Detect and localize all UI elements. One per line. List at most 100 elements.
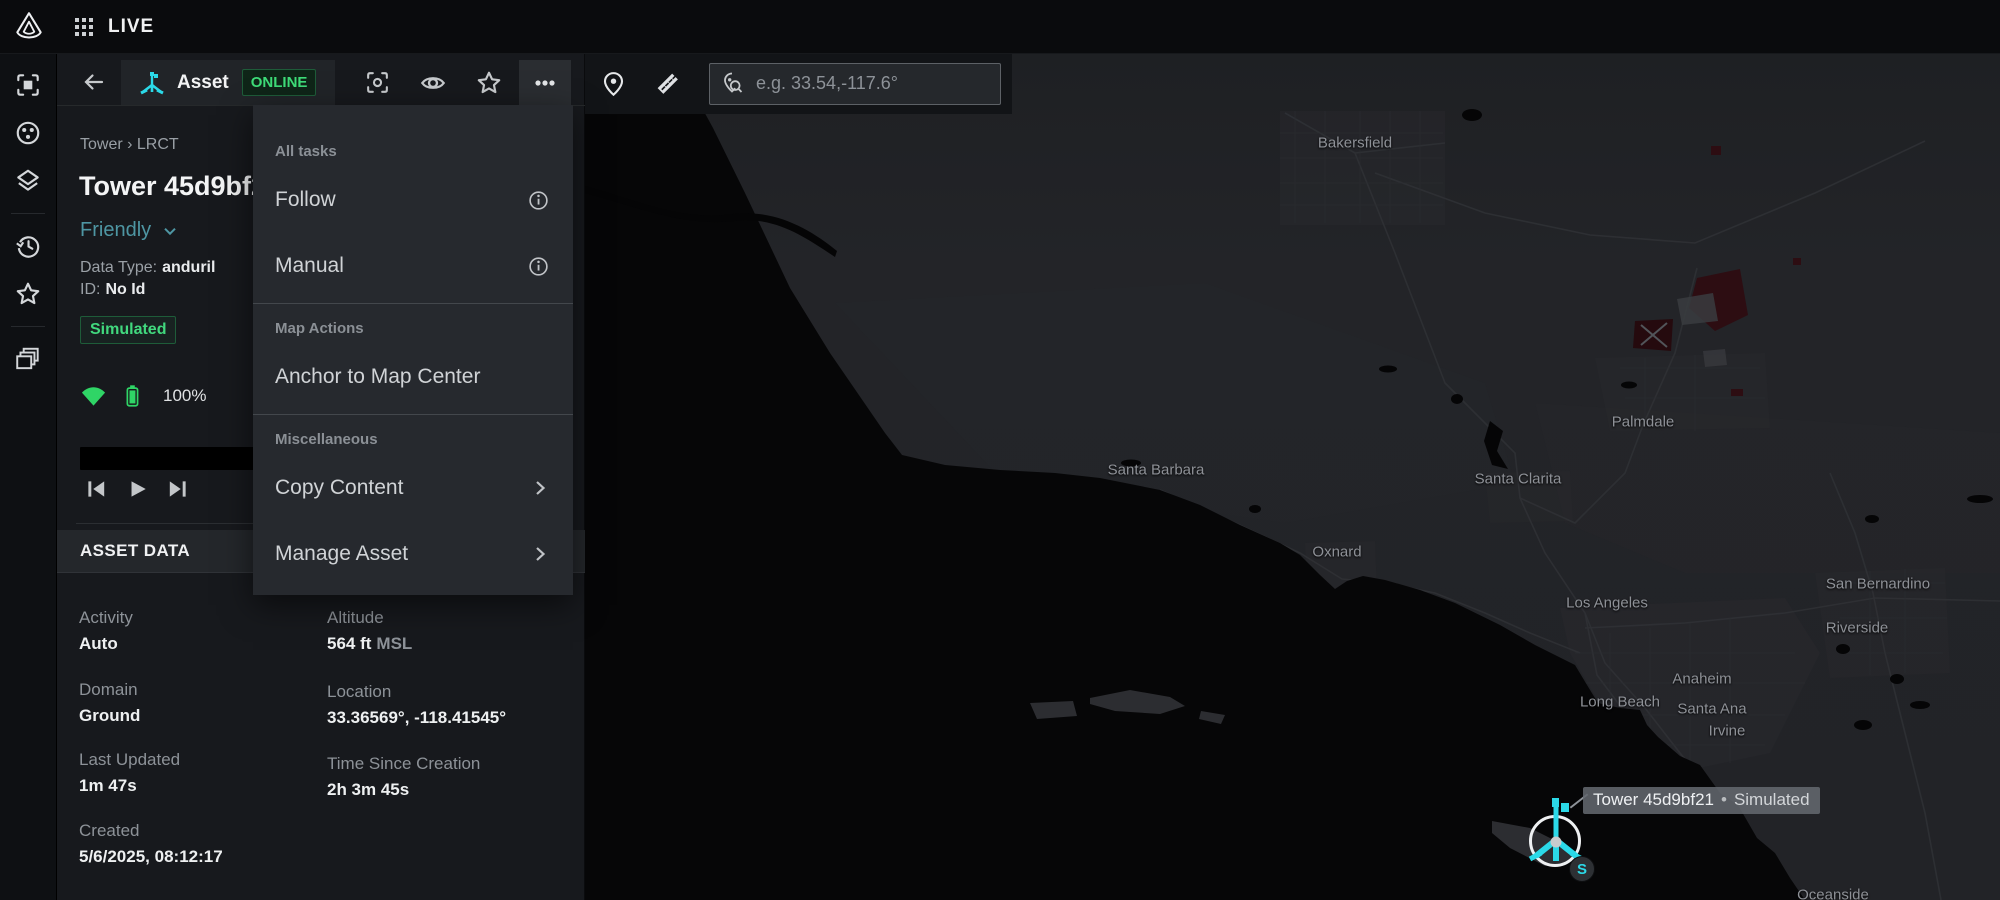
id-label: ID: [80,281,100,298]
field-created: Created 5/6/2025, 08:12:17 [79,821,319,867]
watch-button[interactable] [407,60,459,105]
menu-section-header: All tasks [275,143,551,160]
field-location: Location 33.36569°, -118.41545° [327,682,567,728]
map-canvas[interactable] [585,53,2000,900]
search-location-icon [720,71,746,97]
app-grid-button[interactable] [74,17,94,37]
sidebar-item-history[interactable] [8,226,48,266]
field-time-since-creation: Time Since Creation 2h 3m 45s [327,754,567,800]
map-label-city: Riverside [1826,620,1889,637]
app-root: Bakersfield Palmdale Santa Barbara Santa… [0,0,2000,900]
map-label-city: Los Angeles [1566,595,1648,612]
favorite-button[interactable] [463,60,515,105]
menu-item-follow[interactable]: Follow [253,167,573,233]
asset-tooltip: Tower 45d9bf21 • Simulated [1583,787,1820,814]
simulated-badge: Simulated [80,316,176,344]
skip-to-start-button[interactable] [84,477,108,501]
menu-divider [253,414,573,415]
data-type-value: anduril [162,259,215,276]
map-label-city: Anaheim [1672,671,1731,688]
star-icon [475,69,503,97]
ruler-icon [654,70,681,97]
live-mode-label: LIVE [108,16,154,38]
asset-meta: Data Type: anduril ID: No Id [80,257,215,301]
menu-section-header: Miscellaneous [275,431,551,448]
sidebar-item-focus[interactable] [8,65,48,105]
info-icon [526,254,551,279]
rail-divider [11,326,45,327]
menu-item-anchor-to-map-center[interactable]: Anchor to Map Center [253,344,573,410]
id-value: No Id [105,281,145,298]
data-type-label: Data Type: [80,259,157,276]
more-options-menu: All tasks Follow Manual Map Actions Anch… [253,105,573,595]
tooltip-separator: • [1721,790,1727,809]
map-label-city: Oxnard [1312,544,1361,561]
measure-button[interactable] [647,64,687,104]
menu-item-copy-content[interactable]: Copy Content [253,455,573,521]
sidebar-item-windows[interactable] [8,339,48,379]
star-icon [14,280,42,308]
rail-divider [11,213,45,214]
playback-controls [84,477,190,501]
ellipsis-icon [531,69,559,97]
skip-start-icon [84,477,108,501]
history-icon [14,232,42,260]
menu-item-manual[interactable]: Manual [253,233,573,299]
menu-item-manage-asset[interactable]: Manage Asset [253,521,573,587]
field-activity: Activity Auto [79,608,319,654]
drop-pin-button[interactable] [593,64,633,104]
sidebar-item-layers[interactable] [8,161,48,201]
affiliation-label: Friendly [80,219,151,242]
map-label-city: Bakersfield [1318,135,1392,152]
wifi-signal-icon [80,384,107,408]
play-icon [125,477,149,501]
windows-stack-icon [14,345,42,373]
affiliation-dropdown[interactable]: Friendly [80,219,180,242]
sidebar-item-entities[interactable] [8,113,48,153]
connectivity-row: 100% [80,383,206,409]
asset-tab[interactable]: Asset ONLINE [121,60,335,105]
map-pin-icon [600,70,627,97]
info-icon [526,188,551,213]
breadcrumb: Tower › LRCT [80,136,179,154]
tower-icon [139,70,165,96]
simulated-marker-badge: S [1569,856,1595,882]
skip-end-icon [166,477,190,501]
map-label-city: Palmdale [1612,414,1675,431]
left-rail [0,53,57,900]
tooltip-asset-name: Tower 45d9bf21 [1593,790,1714,809]
grid-icon [74,17,94,37]
map-label-city: Oceanside [1797,887,1869,900]
anduril-logo-icon [12,10,46,44]
battery-percent: 100% [163,386,206,406]
field-domain: Domain Ground [79,680,319,726]
chevron-right-icon [529,543,551,565]
focus-frame-icon [14,71,42,99]
top-bar: LIVE [0,0,2000,54]
status-badge-online: ONLINE [242,69,317,96]
map-label-city: Irvine [1709,723,1746,740]
coordinate-search [709,63,1001,105]
map-label-city: Santa Barbara [1108,462,1205,479]
asset-panel-header: Asset ONLINE [57,60,585,106]
field-last-updated: Last Updated 1m 47s [79,750,319,796]
back-button[interactable] [77,68,109,96]
focus-entity-button[interactable] [351,60,403,105]
search-input[interactable] [754,72,1000,95]
play-button[interactable] [125,477,149,501]
map-label-city: Long Beach [1580,694,1660,711]
menu-divider [253,303,573,304]
arrow-left-icon [80,69,106,95]
map-basemap [585,53,2000,900]
menu-section-header: Map Actions [275,320,551,337]
panel-title-label: Asset [177,72,229,94]
map-toolbar [585,53,1012,114]
chevron-down-icon [160,221,180,241]
sidebar-item-favorites[interactable] [8,274,48,314]
layers-icon [14,167,42,195]
tooltip-status: Simulated [1734,790,1810,809]
skip-to-end-button[interactable] [166,477,190,501]
map-label-city: Santa Clarita [1475,471,1562,488]
chevron-right-icon [529,477,551,499]
more-options-button[interactable] [519,60,571,105]
